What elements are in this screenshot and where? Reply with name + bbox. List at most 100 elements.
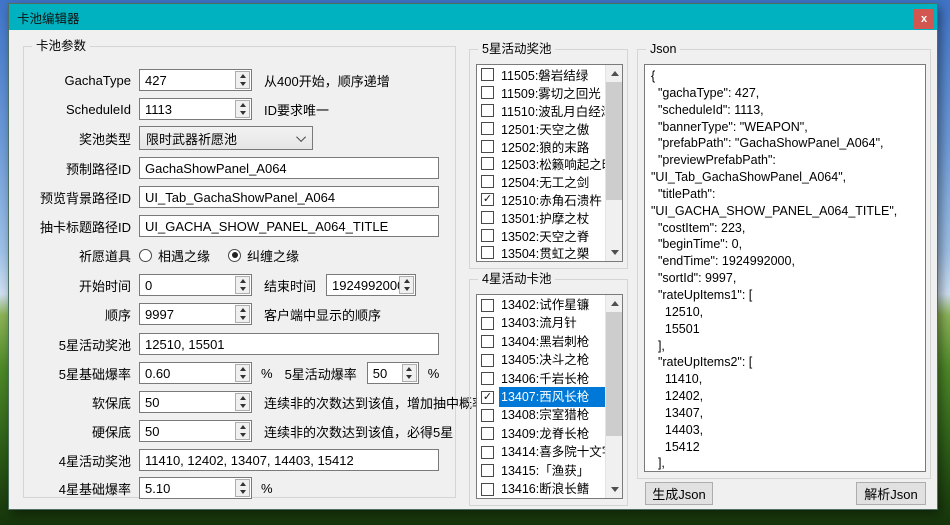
list-item[interactable]: 13406:千岩长枪 [477, 370, 605, 388]
spin-down-icon[interactable] [236, 431, 249, 439]
prefabpath-input[interactable]: GachaShowPanel_A064 [139, 157, 439, 179]
list-item[interactable]: 13405:决斗之枪 [477, 351, 605, 369]
list-item[interactable]: 12503:松籁响起之时 [477, 155, 605, 173]
checkbox-icon[interactable] [481, 446, 494, 459]
checkbox-icon[interactable] [481, 175, 494, 188]
spin-down-icon[interactable] [236, 488, 249, 496]
pooltype-dropdown[interactable]: 限时武器祈愿池 [139, 126, 313, 150]
checkbox-icon[interactable] [481, 229, 494, 242]
spin-down-icon[interactable] [400, 285, 413, 293]
titlepath-input[interactable]: UI_GACHA_SHOW_PANEL_A064_TITLE [139, 215, 439, 237]
spin-up-icon[interactable] [236, 365, 249, 373]
spin-down-icon[interactable] [236, 80, 249, 88]
scroll-up-icon[interactable] [606, 65, 623, 82]
list-item[interactable]: 13501:护摩之杖 [477, 208, 605, 226]
checkbox-icon[interactable] [481, 354, 494, 367]
list-item[interactable]: 13415:「渔获」 [477, 462, 605, 480]
scheduleid-note: ID要求唯一 [264, 100, 329, 119]
spin-down-icon[interactable] [403, 373, 416, 381]
fourstar-rate-input[interactable]: 5.10 [139, 477, 252, 499]
fourstar-pool-label: 4星活动奖池 [23, 451, 131, 470]
softpity-input[interactable]: 50 [139, 391, 252, 413]
scroll-down-icon[interactable] [606, 244, 623, 261]
list-item[interactable]: 11509:雾切之回光 [477, 84, 605, 102]
checkbox-icon[interactable] [481, 372, 494, 385]
list-item[interactable]: 12510:赤角石溃杵 [477, 191, 605, 209]
hardpity-input[interactable]: 50 [139, 420, 252, 442]
checkbox-icon[interactable] [481, 335, 494, 348]
scroll-up-icon[interactable] [606, 295, 623, 312]
list-item[interactable]: 13414:喜多院十文字 [477, 443, 605, 461]
json-textarea[interactable]: { "gachaType": 427, "scheduleId": 1113, … [644, 64, 926, 472]
field-sort: 顺序 9997 客户端中显示的顺序 [23, 303, 381, 325]
spin-up-icon[interactable] [236, 72, 249, 80]
parse-json-button[interactable]: 解析Json [856, 482, 926, 505]
list-item[interactable]: 13416:断浪长鳍 [477, 480, 605, 498]
list-item[interactable]: 11510:波乱月白经津 [477, 102, 605, 120]
spin-up-icon[interactable] [400, 277, 413, 285]
checkbox-icon[interactable] [481, 140, 494, 153]
spin-down-icon[interactable] [236, 109, 249, 117]
sort-input[interactable]: 9997 [139, 303, 252, 325]
spin-up-icon[interactable] [236, 306, 249, 314]
spin-up-icon[interactable] [236, 394, 249, 402]
spin-down-icon[interactable] [236, 373, 249, 381]
begintime-input[interactable]: 0 [139, 274, 252, 296]
list-item[interactable]: 13407:西风长枪 [477, 388, 605, 406]
checkbox-icon[interactable] [481, 193, 494, 206]
checkbox-icon[interactable] [481, 211, 494, 224]
scrollbar[interactable] [605, 65, 622, 261]
fivestar-base-rate-input[interactable]: 0.60 [139, 362, 252, 384]
scrollbar[interactable] [605, 295, 622, 498]
list-item[interactable]: 13402:试作星镰 [477, 296, 605, 314]
checkbox-icon[interactable] [481, 157, 494, 170]
scroll-down-icon[interactable] [606, 481, 623, 498]
title-bar[interactable]: 卡池编辑器 x [9, 4, 937, 30]
titlepath-label: 抽卡标题路径ID [23, 217, 131, 236]
checkbox-icon[interactable] [481, 86, 494, 99]
checkbox-icon[interactable] [481, 104, 494, 117]
checkbox-icon[interactable] [481, 317, 494, 330]
checkbox-icon[interactable] [481, 464, 494, 477]
list-item[interactable]: 13409:龙脊长枪 [477, 425, 605, 443]
list-item[interactable]: 12502:狼的末路 [477, 137, 605, 155]
close-button[interactable]: x [914, 9, 934, 29]
spin-up-icon[interactable] [236, 423, 249, 431]
checkbox-icon[interactable] [481, 246, 494, 259]
checkbox-icon[interactable] [481, 409, 494, 422]
spin-down-icon[interactable] [236, 314, 249, 322]
spin-up-icon[interactable] [236, 101, 249, 109]
fivestar-pool-input[interactable]: 12510, 15501 [139, 333, 439, 355]
checkbox-icon[interactable] [481, 483, 494, 496]
scroll-thumb[interactable] [606, 312, 623, 436]
list-item[interactable]: 13403:流月针 [477, 314, 605, 332]
fivestar-event-rate-input[interactable]: 50 [367, 362, 419, 384]
spin-down-icon[interactable] [236, 285, 249, 293]
list-item[interactable]: 12501:天空之傲 [477, 119, 605, 137]
spin-up-icon[interactable] [403, 365, 416, 373]
endtime-input[interactable]: 1924992000 [326, 274, 416, 296]
spin-up-icon[interactable] [236, 480, 249, 488]
generate-json-button[interactable]: 生成Json [645, 482, 713, 505]
radio-intertwined-fate[interactable]: 纠缠之缘 [228, 246, 299, 265]
gachatype-input[interactable]: 427 [139, 69, 252, 91]
checkbox-icon[interactable] [481, 68, 494, 81]
params-group-title: 卡池参数 [32, 39, 90, 54]
checkbox-icon[interactable] [481, 299, 494, 312]
scheduleid-input[interactable]: 1113 [139, 98, 252, 120]
checkbox-icon[interactable] [481, 391, 494, 404]
checkbox-icon[interactable] [481, 122, 494, 135]
radio-acquaint-fate[interactable]: 相遇之缘 [139, 246, 210, 265]
list-item[interactable]: 13504:贯虹之槊 [477, 244, 605, 262]
scroll-thumb[interactable] [606, 82, 623, 200]
fourstar-pool-input[interactable]: 11410, 12402, 13407, 14403, 15412 [139, 449, 439, 471]
checkbox-icon[interactable] [481, 427, 494, 440]
spin-down-icon[interactable] [236, 402, 249, 410]
previewpath-input[interactable]: UI_Tab_GachaShowPanel_A064 [139, 186, 439, 208]
list-item[interactable]: 13502:天空之脊 [477, 226, 605, 244]
list-item[interactable]: 13404:黑岩刺枪 [477, 333, 605, 351]
list-item[interactable]: 13408:宗室猎枪 [477, 406, 605, 424]
list-item[interactable]: 11505:磐岩结绿 [477, 66, 605, 84]
list-item[interactable]: 12504:无工之剑 [477, 173, 605, 191]
spin-up-icon[interactable] [236, 277, 249, 285]
